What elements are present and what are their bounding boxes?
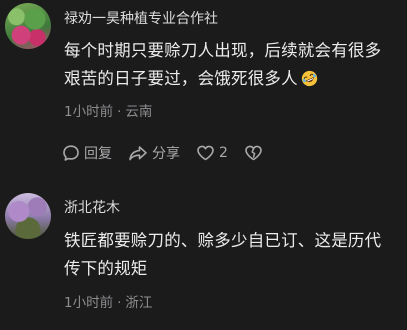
comment-text-line: 每个时期只要赊刀人出现，后续就会有很多 <box>64 41 382 60</box>
comment-username[interactable]: 浙北花木 <box>64 197 120 217</box>
avatar[interactable] <box>5 3 51 49</box>
like-button[interactable]: 2 <box>196 144 228 162</box>
comment-text-fragment: 艰苦的日子要过，会饿死很多人 <box>64 69 298 88</box>
like-count: 2 <box>219 145 228 161</box>
comment-text-line: 传下的规矩 <box>64 259 148 278</box>
share-button[interactable]: 分享 <box>128 143 180 163</box>
meta-separator: · <box>117 104 122 120</box>
comment-text: 每个时期只要赊刀人出现，后续就会有很多 艰苦的日子要过，会饿死很多人 <box>64 37 400 93</box>
comment-actions: 回复 分享 2 <box>62 141 279 165</box>
heart-icon <box>197 145 214 161</box>
comment-location: 云南 <box>125 104 153 120</box>
reply-label: 回复 <box>84 146 112 162</box>
broken-heart-icon <box>245 145 262 161</box>
meta-separator: · <box>117 295 122 311</box>
comment-bubble-icon <box>63 145 79 161</box>
share-arrow-icon <box>129 146 147 161</box>
comment-time: 1小时前 <box>64 295 114 311</box>
rolling-laughing-emoji-icon <box>301 70 317 87</box>
comment-meta: 1小时前 · 浙江 <box>64 291 152 311</box>
comment-username[interactable]: 禄劝一昊种植专业合作社 <box>64 8 218 28</box>
comment-location: 浙江 <box>125 295 153 311</box>
comment-meta: 1小时前 · 云南 <box>64 100 152 120</box>
comment-text-line: 铁匠都要赊刀的、赊多少自已订、这是历代 <box>64 231 382 250</box>
comment-text-line: 艰苦的日子要过，会饿死很多人 <box>64 65 400 93</box>
reply-button[interactable]: 回复 <box>62 143 112 163</box>
comment-time: 1小时前 <box>64 104 114 120</box>
avatar[interactable] <box>5 193 51 239</box>
comment-text: 铁匠都要赊刀的、赊多少自已订、这是历代 传下的规矩 <box>64 227 400 283</box>
share-label: 分享 <box>152 146 180 162</box>
dislike-button[interactable] <box>244 144 263 162</box>
